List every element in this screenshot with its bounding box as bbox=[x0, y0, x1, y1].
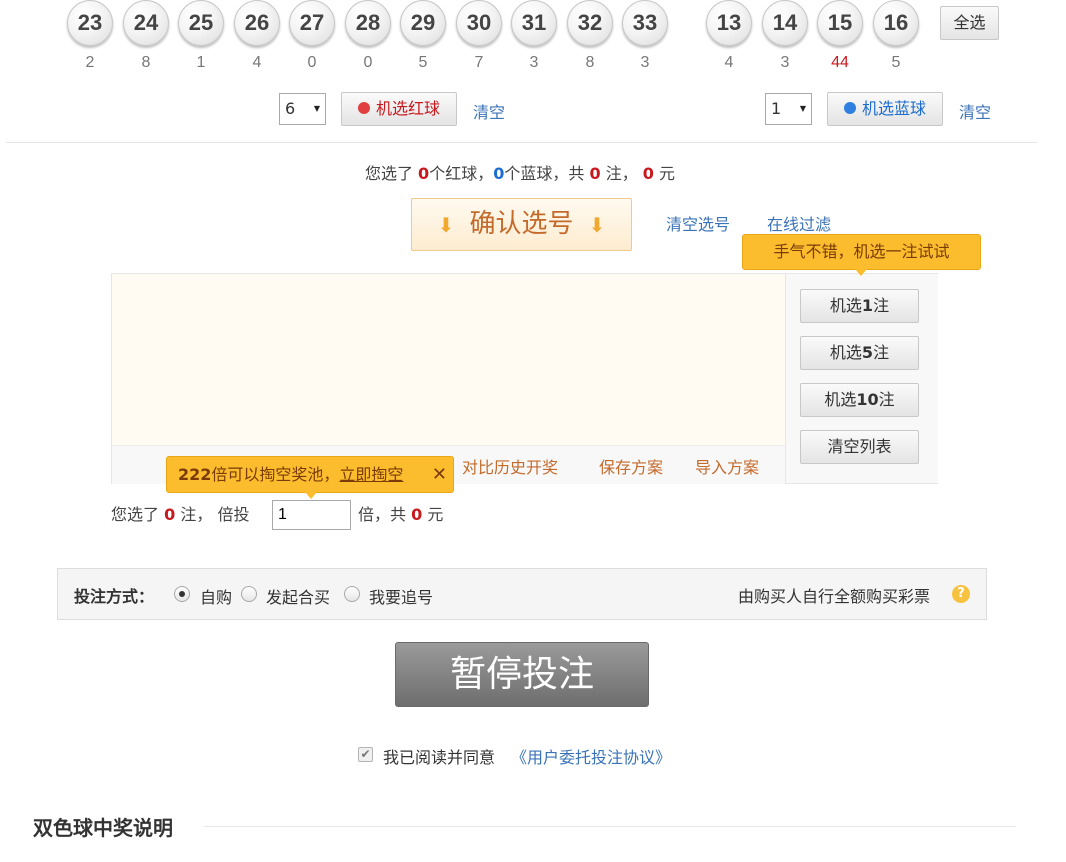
save-plan-link[interactable]: 保存方案 bbox=[599, 454, 663, 478]
arrow-down-icon: ⬇ bbox=[588, 213, 606, 237]
import-plan-link[interactable]: 导入方案 bbox=[695, 454, 759, 478]
tooltip-pointer bbox=[855, 269, 867, 276]
confirm-label: 确认选号 bbox=[469, 209, 574, 239]
bet-count: 0 bbox=[164, 505, 176, 524]
red-ball-28[interactable]: 28 bbox=[345, 0, 391, 46]
blue-ball-omit-count: 5 bbox=[891, 54, 901, 71]
chase-number-label[interactable]: 我要追号 bbox=[369, 584, 433, 608]
random-tip-tooltip: 手气不错，机选一注试试 bbox=[742, 234, 981, 276]
section-title: 双色球中奖说明 bbox=[33, 816, 173, 840]
blue-ball-omit-count: 44 bbox=[831, 54, 849, 71]
red-ball-30[interactable]: 30 bbox=[456, 0, 502, 46]
bet-mode-description: 由购买人自行全额购买彩票 bbox=[738, 587, 931, 606]
multiplier-row: 您选了 0 注， 倍投 bbox=[111, 505, 250, 524]
radio-self-buy[interactable] bbox=[174, 586, 190, 602]
agreement-text: 我已阅读并同意 bbox=[383, 748, 496, 767]
red-ball-omit-count: 0 bbox=[307, 54, 317, 71]
red-count: 0 bbox=[418, 164, 430, 183]
radio-group-buy[interactable] bbox=[241, 586, 257, 602]
red-ball-32[interactable]: 32 bbox=[567, 0, 613, 46]
red-ball-omit-count: 3 bbox=[529, 54, 539, 71]
red-count-value: 6 bbox=[285, 99, 296, 118]
amount: 0 bbox=[642, 164, 654, 183]
blue-ball-omit-count: 3 bbox=[780, 54, 790, 71]
agreement-link[interactable]: 《用户委托投注协议》 bbox=[511, 744, 671, 768]
check-icon: ✔ bbox=[360, 747, 371, 761]
tooltip-pointer bbox=[305, 492, 317, 499]
random-blue-button[interactable]: 机选蓝球 bbox=[827, 92, 943, 126]
red-ball-omit-count: 8 bbox=[141, 54, 151, 71]
clear-list-button[interactable]: 清空列表 bbox=[800, 430, 919, 464]
clear-blue-link[interactable]: 清空 bbox=[959, 99, 991, 123]
blue-ball-13[interactable]: 13 bbox=[706, 0, 752, 46]
red-ball-25[interactable]: 25 bbox=[178, 0, 224, 46]
radio-chase-number[interactable] bbox=[344, 586, 360, 602]
multiplier-input[interactable] bbox=[272, 500, 351, 530]
blue-ball-15[interactable]: 15 bbox=[817, 0, 863, 46]
red-ball-27[interactable]: 27 bbox=[289, 0, 335, 46]
self-buy-label[interactable]: 自购 bbox=[200, 584, 232, 608]
bet-count: 0 bbox=[589, 164, 601, 183]
red-ball-omit-count: 5 bbox=[418, 54, 428, 71]
bet-mode-label: 投注方式： bbox=[74, 587, 155, 606]
random-1-button[interactable]: 机选1注 bbox=[800, 289, 919, 323]
red-ball-31[interactable]: 31 bbox=[511, 0, 557, 46]
select-all-button[interactable]: 全选 bbox=[940, 6, 999, 40]
divider bbox=[6, 142, 1038, 143]
random-blue-label: 机选蓝球 bbox=[861, 99, 926, 118]
red-ball-icon bbox=[357, 102, 370, 114]
red-ball-omit-count: 1 bbox=[196, 54, 206, 71]
group-buy-label[interactable]: 发起合买 bbox=[266, 584, 330, 608]
compare-history-link[interactable]: 对比历史开奖 bbox=[462, 454, 558, 478]
random-5-button[interactable]: 机选5注 bbox=[800, 336, 919, 370]
red-ball-omit-count: 3 bbox=[640, 54, 650, 71]
random-red-button[interactable]: 机选红球 bbox=[341, 92, 457, 126]
blue-count: 0 bbox=[493, 164, 505, 183]
red-ball-26[interactable]: 26 bbox=[234, 0, 280, 46]
random-10-button[interactable]: 机选10注 bbox=[800, 383, 919, 417]
red-ball-omit-count: 2 bbox=[85, 54, 95, 71]
arrow-down-icon: ⬇ bbox=[437, 213, 455, 237]
confirm-selection-button[interactable]: ⬇ 确认选号 ⬇ bbox=[411, 198, 632, 251]
dropdown-arrow-icon: ▼ bbox=[799, 104, 806, 113]
red-ball-omit-count: 8 bbox=[585, 54, 595, 71]
red-ball-omit-count: 0 bbox=[363, 54, 373, 71]
red-ball-row: 23 2 24 8 25 1 26 4 27 0 28 0 29 5 30 7 31 3 32 8 33 3 13 4 14 3… bbox=[0, 0, 1066, 80]
empty-pool-link[interactable]: 立即掏空 bbox=[339, 465, 403, 484]
blue-ball-14[interactable]: 14 bbox=[762, 0, 808, 46]
random-red-label: 机选红球 bbox=[375, 99, 440, 118]
red-count-select[interactable]: 6 ▼ bbox=[279, 93, 326, 125]
blue-count-value: 1 bbox=[771, 99, 782, 118]
clear-red-link[interactable]: 清空 bbox=[473, 99, 505, 123]
help-icon[interactable]: ? bbox=[952, 585, 970, 603]
red-ball-24[interactable]: 24 bbox=[123, 0, 169, 46]
bet-list[interactable] bbox=[112, 274, 785, 445]
jackpot-multiple: 222 bbox=[178, 465, 212, 484]
multiplier-total: 倍，共 0 元 bbox=[358, 505, 444, 524]
red-ball-omit-count: 7 bbox=[474, 54, 484, 71]
clear-selection-link[interactable]: 清空选号 bbox=[666, 211, 730, 235]
blue-count-select[interactable]: 1 ▼ bbox=[765, 93, 812, 125]
red-ball-omit-count: 4 bbox=[252, 54, 262, 71]
red-ball-29[interactable]: 29 bbox=[400, 0, 446, 46]
red-ball-23[interactable]: 23 bbox=[67, 0, 113, 46]
section-divider bbox=[204, 826, 1016, 827]
blue-ball-omit-count: 4 bbox=[724, 54, 734, 71]
agreement-checkbox[interactable]: ✔ bbox=[358, 747, 373, 762]
red-ball-33[interactable]: 33 bbox=[622, 0, 668, 46]
amount: 0 bbox=[411, 505, 423, 524]
online-filter-link[interactable]: 在线过滤 bbox=[767, 211, 831, 235]
close-icon[interactable]: ✕ bbox=[432, 457, 447, 492]
pause-bet-button[interactable]: 暂停投注 bbox=[395, 642, 649, 707]
selection-summary: 您选了 0个红球，0个蓝球，共 0 注， 0 元 bbox=[364, 164, 676, 183]
blue-ball-16[interactable]: 16 bbox=[873, 0, 919, 46]
dropdown-arrow-icon: ▼ bbox=[313, 104, 320, 113]
blue-ball-icon bbox=[843, 102, 856, 114]
jackpot-tip-tooltip: 222倍可以掏空奖池，立即掏空 ✕ bbox=[166, 456, 454, 499]
